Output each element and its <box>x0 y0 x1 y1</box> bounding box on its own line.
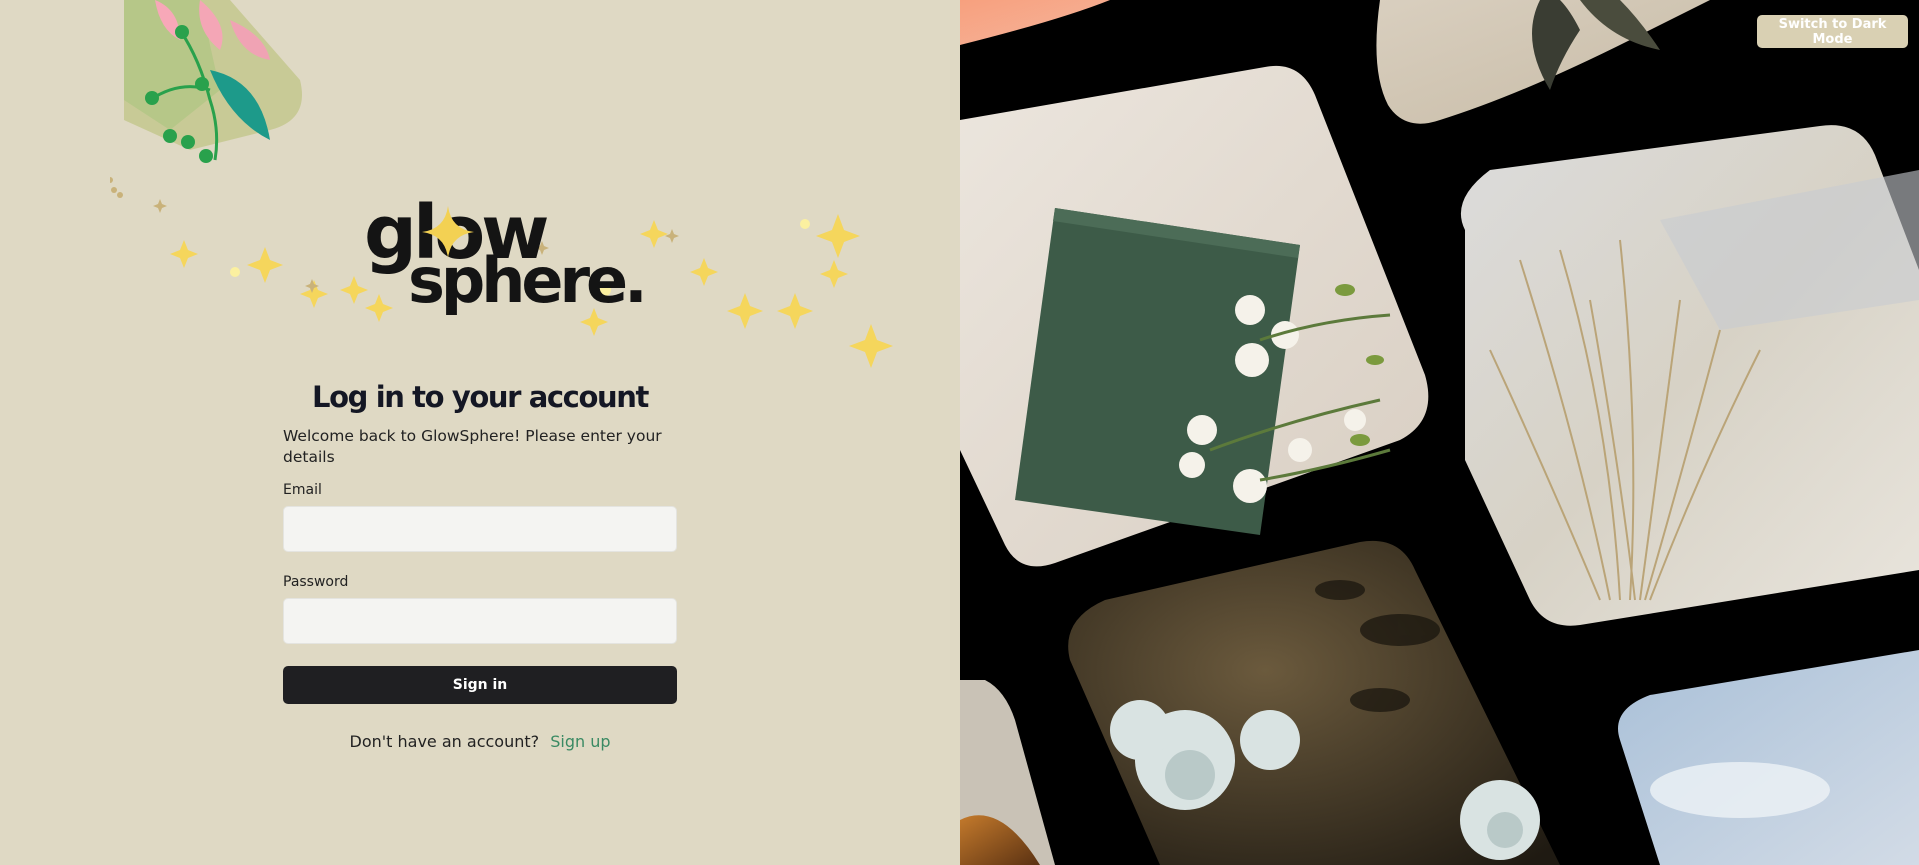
page-title: Log in to your account <box>312 380 649 414</box>
signup-prompt: Don't have an account? <box>349 732 540 751</box>
email-field[interactable] <box>283 506 677 552</box>
signup-link[interactable]: Sign up <box>550 732 610 751</box>
gallery-grid <box>960 0 1919 865</box>
email-label: Email <box>283 482 322 498</box>
peach-photo <box>960 0 1110 45</box>
glowsphere-logo: glow sphere. <box>360 190 648 330</box>
autumn-leaves-photo <box>960 680 1055 865</box>
beach-grass-photo <box>1460 125 1919 626</box>
password-field[interactable] <box>283 598 677 644</box>
green-book-flowers-photo <box>960 65 1429 567</box>
login-panel: glow sphere. Log in to your account Welc… <box>0 0 960 865</box>
signup-row: Don't have an account? Sign up <box>283 732 677 751</box>
sky-photo <box>1618 650 1919 865</box>
dried-palm-photo <box>1376 0 1710 124</box>
photo-gallery <box>960 0 1919 865</box>
dark-mode-toggle-button[interactable]: Switch to Dark Mode <box>1757 15 1908 48</box>
star-icon <box>422 206 474 258</box>
login-form: Log in to your account Welcome back to G… <box>283 380 677 751</box>
welcome-text: Welcome back to GlowSphere! Please enter… <box>283 427 662 466</box>
password-label: Password <box>283 574 349 590</box>
white-roses-photo <box>1068 540 1560 865</box>
signin-button[interactable]: Sign in <box>283 666 677 704</box>
